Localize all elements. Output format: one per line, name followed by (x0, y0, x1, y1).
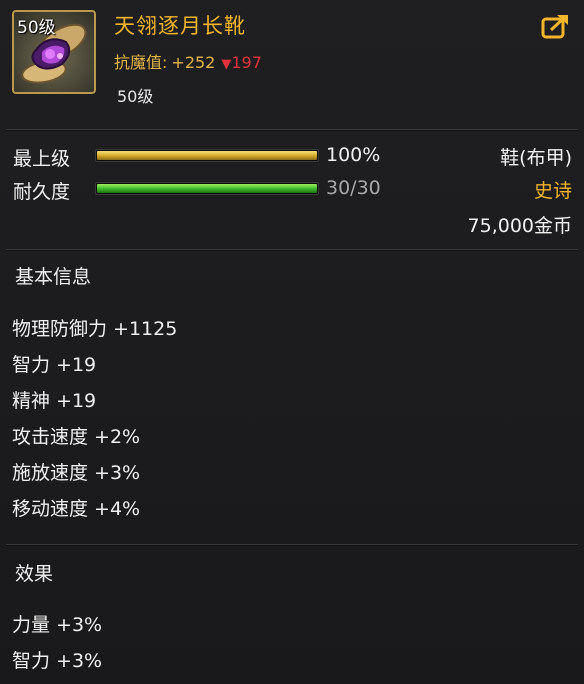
effects-title: 效果 (15, 563, 54, 585)
stat-line: 智力 +19 (12, 354, 97, 376)
top-level-bar (95, 149, 319, 162)
stat-line: 精神 +19 (12, 390, 97, 412)
effect-line: 力量 +3% (12, 614, 103, 636)
effect-line: 智力 +3% (12, 650, 103, 672)
icon-level-label: 50级 (17, 18, 56, 38)
item-name: 天翎逐月长靴 (114, 14, 246, 38)
top-level-value: 100% (326, 144, 381, 166)
durability-bar (95, 182, 319, 195)
share-icon[interactable] (541, 12, 571, 40)
stat-line: 移动速度 +4% (12, 498, 141, 520)
stat-line: 施放速度 +3% (12, 462, 141, 484)
item-icon-frame[interactable]: 50级 (12, 10, 96, 94)
item-level: 50级 (117, 87, 154, 106)
item-rarity: 史诗 (533, 180, 572, 202)
item-price: 75,000金币 (467, 215, 572, 237)
magic-resist-label: 抗魔值: (114, 53, 168, 72)
item-type: 鞋(布甲) (500, 147, 572, 169)
top-level-label: 最上级 (13, 148, 71, 170)
top-level-bar-fill (97, 151, 317, 160)
magic-resist-drop-value: 197 (231, 53, 262, 72)
item-tooltip-panel: 50级 天翎逐月长靴 抗魔值: +252 ▼197 50级 最上级 100% 鞋(布… (0, 0, 584, 684)
divider (6, 544, 578, 545)
durability-value: 30/30 (326, 177, 381, 199)
divider (6, 249, 578, 250)
magic-resist-row: 抗魔值: +252 ▼197 (114, 49, 262, 73)
basic-info-title: 基本信息 (15, 266, 92, 288)
divider (6, 129, 578, 130)
down-triangle-icon: ▼ (221, 57, 232, 72)
magic-resist-value: +252 (171, 53, 216, 72)
stat-line: 攻击速度 +2% (12, 426, 141, 448)
durability-bar-fill (97, 184, 317, 193)
magic-resist-drop: ▼197 (221, 53, 262, 72)
durability-label: 耐久度 (13, 181, 71, 203)
stat-line: 物理防御力 +1125 (12, 318, 178, 340)
